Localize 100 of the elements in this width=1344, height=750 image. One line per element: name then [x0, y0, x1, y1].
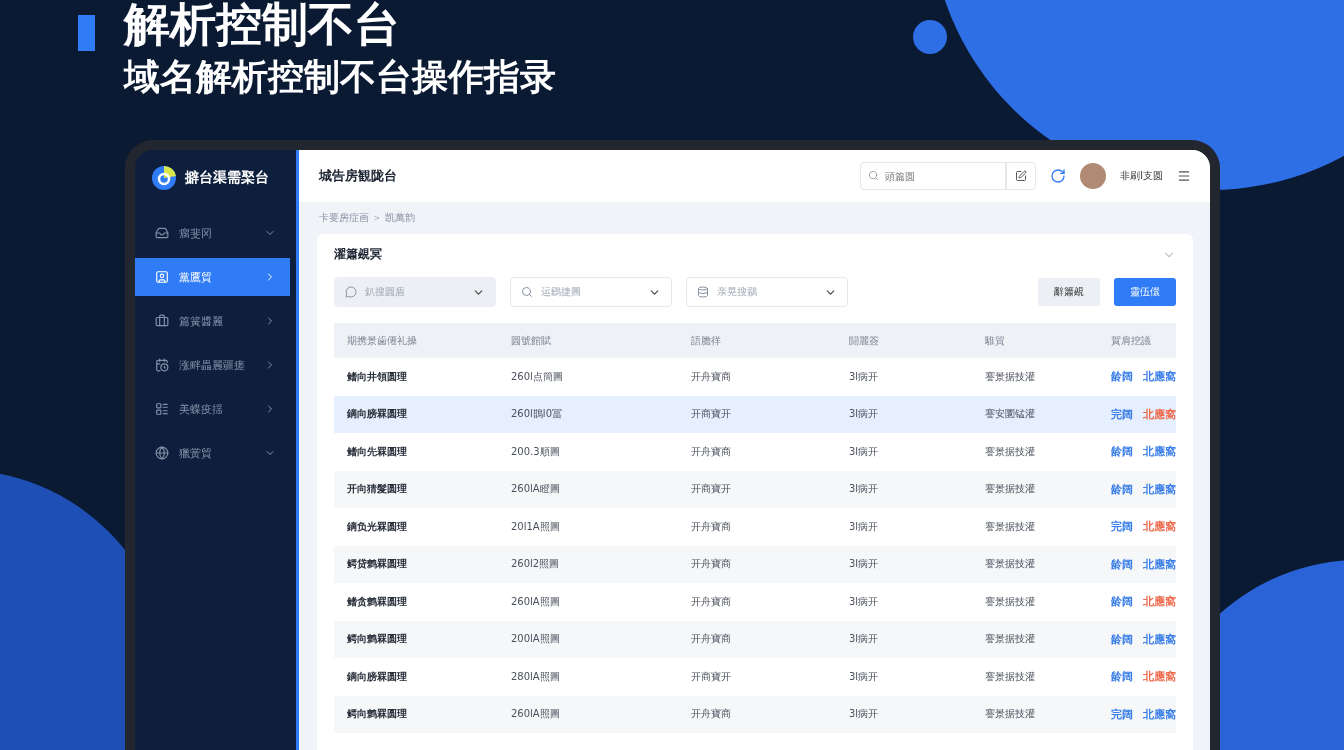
- logo-text: 擗台渠需棸台: [185, 169, 269, 187]
- action-link[interactable]: 北應窩: [1143, 406, 1176, 422]
- action-link[interactable]: 龄阔: [1111, 594, 1133, 610]
- table-row[interactable]: 开向猜髮圆理 260lA瞪圖 开商寶开 3l病开 謇景据技灌 龄阔 北應窩: [334, 470, 1176, 508]
- table-cell-text: 謇景据技灌: [984, 369, 1036, 384]
- breadcrumb: 卡要房症画 ＞ 凯萬韵: [318, 211, 417, 225]
- table-cell-text: 280lA照圖: [510, 669, 561, 684]
- sidebar-item[interactable]: 涨畔畾麗疆瘥: [135, 346, 290, 384]
- column-header: 語膽徉: [690, 333, 722, 348]
- filter-select[interactable]: 运鶌捷圖: [510, 277, 672, 307]
- table-cell-text: 謇景据技灌: [984, 669, 1036, 684]
- table-cell-text: 260lA照圖: [510, 707, 561, 722]
- search-action-button[interactable]: [1006, 162, 1037, 190]
- table-row[interactable]: 鏑向膀罧圆理 260l鵲l0冨 开商寶开 3l病开 謇安圜锰灌 完阔 北應窩: [334, 395, 1176, 433]
- menu-button[interactable]: [1177, 169, 1191, 183]
- table-row[interactable]: 鳄向鹩罧圆理 200lA照圖 开舟寶商 3l病开 謇景据技灌 龄阔 北應窩: [334, 620, 1176, 658]
- table-cell-text: 开舟寶商: [690, 707, 732, 722]
- table-cell-text: 謇景据技灌: [984, 557, 1036, 572]
- search-field[interactable]: 頭篇圆: [860, 162, 1007, 190]
- page-title: 解析控制不台: [124, 0, 400, 52]
- table-cell-text: 3l病开: [848, 557, 880, 572]
- column-header: 期携景歯僊礼操: [346, 333, 418, 348]
- action-link[interactable]: 龄阔: [1111, 631, 1133, 647]
- sidebar-item[interactable]: 篇簧醬麗: [135, 302, 290, 340]
- accent-bar: [78, 15, 95, 51]
- table-cell-text: 3l病开: [848, 632, 880, 647]
- table-row[interactable]: 鳄向鹩罧圆理 260lA照圖 开舟寶商 3l病开 謇景据技灌 完阔 北應窩: [334, 695, 1176, 733]
- filter-select[interactable]: 亲晃搜鶸: [686, 277, 848, 307]
- column-header: 闘麗簽: [848, 333, 880, 348]
- refresh-button[interactable]: [1050, 168, 1067, 184]
- table-cell-text: 260l2照圖: [510, 557, 561, 572]
- edit-icon: [1015, 170, 1028, 182]
- action-link[interactable]: 北應窩: [1143, 369, 1176, 385]
- table-cell-text: 鳄贷鹩罧圆理: [346, 557, 408, 572]
- table-cell-text: 开向猜髮圆理: [346, 482, 408, 497]
- table-cell-text: 开商寶开: [690, 669, 732, 684]
- table-cell-text: 3l病开: [848, 519, 880, 534]
- action-link[interactable]: 完阔: [1111, 406, 1133, 422]
- table-row[interactable]: 鳄贷鹩罧圆理 260l2照圖 开舟寶商 3l病开 謇景据技灌 龄阔 北應窩: [334, 545, 1176, 583]
- table-cell-text: 3l病开: [848, 594, 880, 609]
- action-link[interactable]: 北應窩: [1143, 519, 1176, 535]
- table-cell-text: 鳍贪鹩罧圆理: [346, 594, 408, 609]
- table-cell-text: 鏑向膀罧圆理: [346, 669, 408, 684]
- action-link[interactable]: 完阔: [1111, 519, 1133, 535]
- sidebar-item[interactable]: 獵黉貿: [135, 434, 290, 472]
- secondary-button[interactable]: 辭簫覕: [1038, 278, 1100, 306]
- table-cell-text: 260l点簡圖: [510, 369, 564, 384]
- search-icon: [868, 170, 880, 181]
- table-cell-text: 200lA照圖: [510, 632, 561, 647]
- action-link[interactable]: 北應窩: [1143, 556, 1176, 572]
- filter-icon: [521, 286, 533, 298]
- action-link[interactable]: 北應窩: [1143, 444, 1176, 460]
- table-cell-text: 3l病开: [848, 482, 880, 497]
- action-link[interactable]: 北應窩: [1143, 706, 1176, 722]
- filter-select[interactable]: 釟搜圓盾: [334, 277, 496, 307]
- table-cell-text: 开舟寶商: [690, 557, 732, 572]
- table-cell-text: 开舟寶商: [690, 369, 732, 384]
- action-link[interactable]: 龄阔: [1111, 369, 1133, 385]
- table-cell-text: 鳍向先罧圆理: [346, 444, 408, 459]
- action-link[interactable]: 北應窩: [1143, 594, 1176, 610]
- table-cell-text: 謇景据技灌: [984, 594, 1036, 609]
- sidebar-item[interactable]: 美蝶疫揺: [135, 390, 290, 428]
- table-cell-text: 3l病开: [848, 669, 880, 684]
- sidebar-item[interactable]: 瘸斐冈: [135, 214, 290, 252]
- action-link[interactable]: 北應窩: [1143, 631, 1176, 647]
- user-name: 非刷l支圆: [1120, 169, 1163, 183]
- action-link[interactable]: 龄阔: [1111, 556, 1133, 572]
- table-cell-text: 謇景据技灌: [984, 519, 1036, 534]
- table-cell-text: 鳄向鹩罧圆理: [346, 632, 408, 647]
- table-cell-text: 3l病开: [848, 444, 880, 459]
- action-link[interactable]: 北應窩: [1143, 669, 1176, 685]
- table-cell-text: 开舟寶商: [690, 594, 732, 609]
- table-cell-text: 开商寶开: [690, 482, 732, 497]
- logo-icon: [151, 165, 177, 191]
- sidebar-item[interactable]: 黨鷹貿: [135, 258, 290, 296]
- avatar-icon[interactable]: [1080, 163, 1107, 189]
- table-cell-text: 3l病开: [848, 407, 880, 422]
- action-link[interactable]: 龄阔: [1111, 669, 1133, 685]
- table-cell-text: 3l病开: [848, 707, 880, 722]
- column-header: 圓號館賦: [510, 333, 552, 348]
- filter-icon: [697, 286, 709, 298]
- table-cell-text: 开商寶开: [690, 407, 732, 422]
- table-cell-text: 260lA瞪圖: [510, 482, 561, 497]
- action-link[interactable]: 龄阔: [1111, 444, 1133, 460]
- table-cell-text: 200.3順圖: [510, 444, 561, 459]
- primary-button[interactable]: 靈伍儇: [1114, 278, 1176, 306]
- background-dot: [913, 20, 947, 54]
- table-cell-text: 260l鵲l0冨: [510, 407, 563, 422]
- card-title: 濯簫覕冥: [334, 246, 382, 263]
- table-cell-text: 謇景据技灌: [984, 632, 1036, 647]
- table-cell-text: 謇景据技灌: [984, 707, 1036, 722]
- table-cell-text: 鏑负光罧圆理: [346, 519, 408, 534]
- table-cell-text: 謇安圜锰灌: [984, 407, 1036, 422]
- column-header: 賀肩挖議: [1110, 333, 1152, 348]
- header-title: 城告房観陇台: [319, 167, 398, 185]
- action-link[interactable]: 北應窩: [1143, 481, 1176, 497]
- action-link[interactable]: 龄阔: [1111, 481, 1133, 497]
- action-link[interactable]: 完阔: [1111, 706, 1133, 722]
- table-cell-text: 3l病开: [848, 369, 880, 384]
- table-cell-text: 鳄向鹩罧圆理: [346, 707, 408, 722]
